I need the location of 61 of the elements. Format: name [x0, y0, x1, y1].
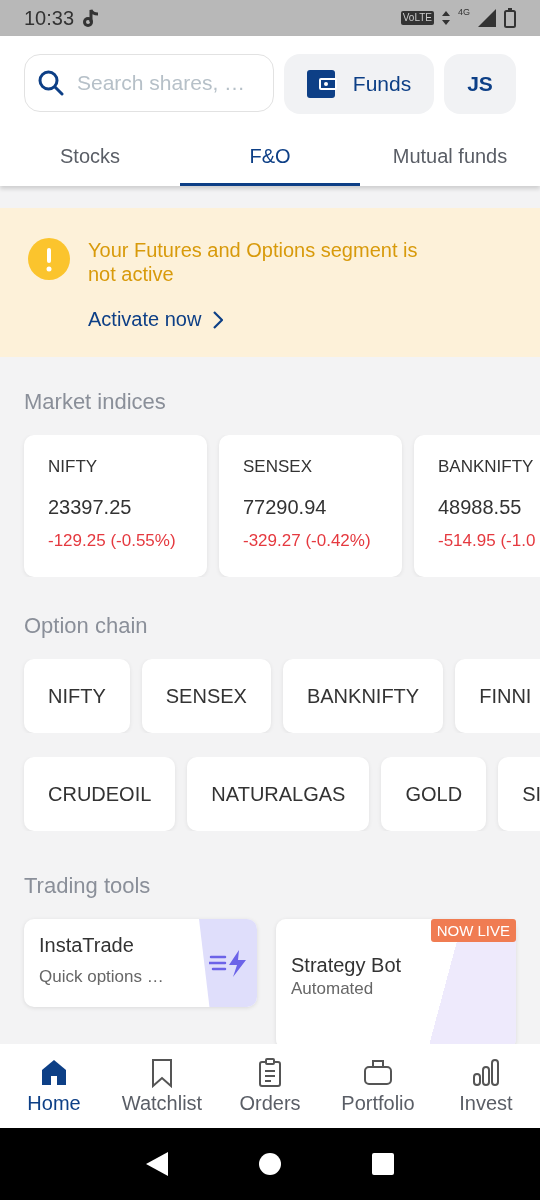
wallet-icon: [306, 70, 337, 98]
option-chain-chip[interactable]: GOLD: [381, 757, 487, 831]
index-name: BANKNIFTY: [438, 457, 535, 477]
briefcase-icon: [364, 1057, 392, 1088]
banner-message: Your Futures and Options segment is not active: [88, 238, 419, 286]
tool-card[interactable]: InstaTrade Quick options …: [24, 919, 257, 1007]
volte-label: VoLTE: [400, 11, 434, 25]
bar-chart-icon: [472, 1057, 500, 1088]
lightning-lines-icon: [209, 948, 247, 978]
chevron-right-icon: [213, 310, 224, 329]
tool-name: Strategy Bot: [291, 953, 403, 977]
tool-card[interactable]: Strategy Bot Automated NOW LIVE: [276, 919, 516, 1044]
index-change: -514.95 (-1.0: [438, 531, 537, 551]
nav-item[interactable]: Watchlist: [108, 1044, 216, 1128]
index-change: -129.25 (-0.55%): [48, 531, 177, 551]
option-chain-chip[interactable]: FINNI: [455, 659, 540, 733]
tab[interactable]: Mutual funds: [360, 130, 540, 186]
index-card[interactable]: SENSEX 77290.94 -329.27 (-0.42%): [219, 435, 402, 577]
home-circle-icon[interactable]: [259, 1153, 281, 1175]
nav-item[interactable]: Home: [0, 1044, 108, 1128]
profile-avatar[interactable]: JS: [444, 54, 516, 114]
nav-item[interactable]: Orders: [216, 1044, 324, 1128]
network-label: 4G: [458, 7, 470, 17]
battery-icon: [504, 8, 516, 28]
tool-name: InstaTrade: [39, 933, 135, 957]
section-title: Market indices: [23, 389, 167, 415]
tool-description: Automated: [291, 979, 375, 999]
option-chain-chip[interactable]: NIFTY: [24, 659, 130, 733]
signal-icon: [478, 9, 496, 27]
option-chain-chip[interactable]: SENSEX: [141, 659, 271, 733]
recents-square-icon[interactable]: [372, 1153, 395, 1175]
data-arrows-icon: [442, 10, 450, 26]
index-value: 48988.55: [438, 495, 523, 519]
search-icon: [38, 70, 64, 96]
section-title: Trading tools: [23, 873, 152, 899]
index-name: SENSEX: [243, 457, 313, 477]
option-chain-chip[interactable]: CRUDEOIL: [24, 757, 176, 831]
clock-time: 10:33: [24, 6, 75, 30]
back-icon[interactable]: [145, 1152, 168, 1176]
index-change: -329.27 (-0.42%): [243, 531, 372, 551]
index-name: NIFTY: [48, 457, 99, 477]
section-title: Option chain: [23, 613, 149, 639]
nav-item[interactable]: Invest: [432, 1044, 540, 1128]
clipboard-icon: [256, 1057, 284, 1088]
activate-link[interactable]: Activate now: [88, 308, 224, 331]
now-live-badge: NOW LIVE: [430, 919, 516, 942]
option-chain-chip[interactable]: SI: [498, 757, 540, 831]
index-value: 23397.25: [48, 495, 133, 519]
exclamation-icon: [28, 238, 70, 280]
option-chain-chip[interactable]: BANKNIFTY: [282, 659, 444, 733]
funds-button[interactable]: Funds: [284, 54, 434, 114]
search-field[interactable]: Search shares, …: [24, 54, 274, 112]
index-card[interactable]: BANKNIFTY 48988.55 -514.95 (-1.0: [414, 435, 540, 577]
index-card[interactable]: NIFTY 23397.25 -129.25 (-0.55%): [24, 435, 207, 577]
tool-description: Quick options …: [39, 967, 165, 987]
index-value: 77290.94: [243, 495, 328, 519]
nav-item[interactable]: Portfolio: [324, 1044, 432, 1128]
music-note-icon: [82, 8, 101, 28]
option-chain-chip[interactable]: NATURALGAS: [187, 757, 370, 831]
tab[interactable]: Stocks: [0, 130, 180, 186]
home-icon: [40, 1057, 68, 1088]
